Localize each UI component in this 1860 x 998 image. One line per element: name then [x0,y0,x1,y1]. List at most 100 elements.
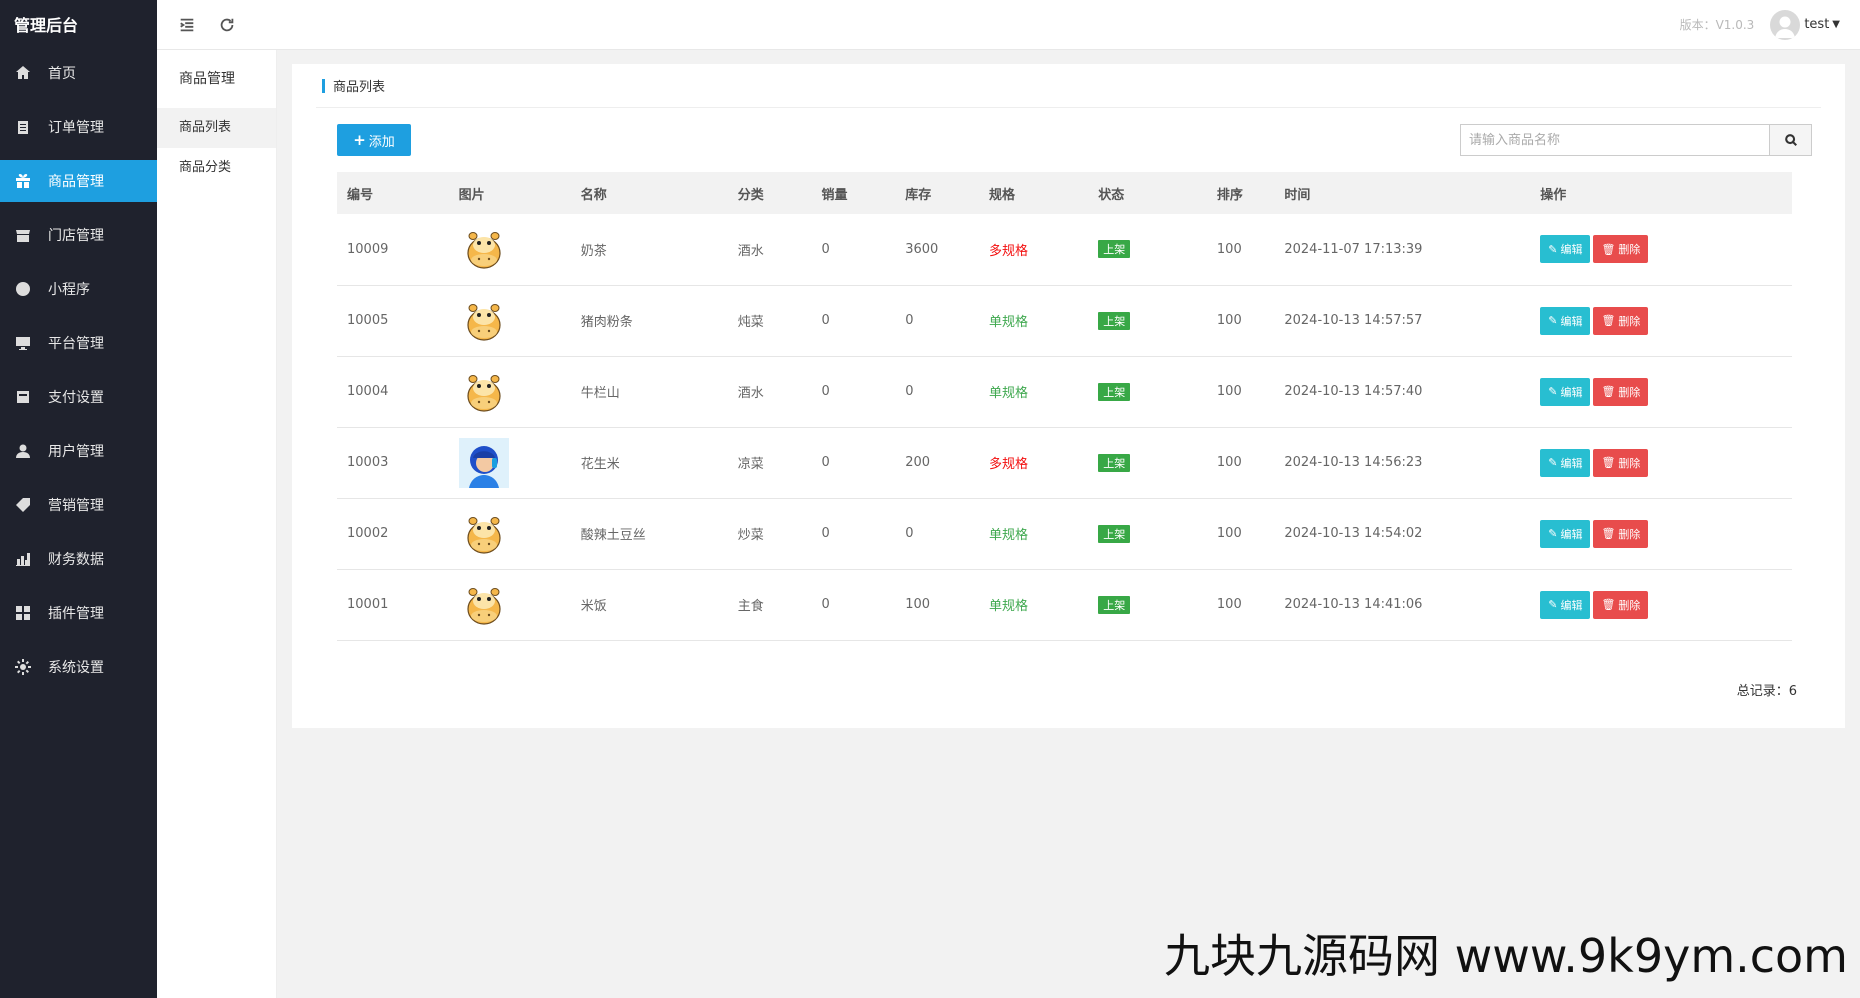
delete-button[interactable]: 🗑 删除 [1593,235,1649,264]
edit-button[interactable]: ✎ 编辑 [1540,306,1591,335]
cell-sales: 0 [811,285,896,357]
sidebar-item-3[interactable]: 商品管理 [0,160,157,202]
cell-status: 上架 [1088,569,1207,641]
sidebar-item-10[interactable]: 财务数据 [0,538,157,580]
search-button[interactable] [1769,124,1812,156]
sub-nav: 商品管理 商品列表 商品分类 [157,50,277,998]
cell-category: 主食 [727,569,812,641]
delete-label: 删除 [1618,527,1641,541]
cell-id: 10005 [337,285,449,357]
sidebar-item-1[interactable]: 首页 [0,52,157,94]
delete-label: 删除 [1618,456,1641,470]
cell-status: 上架 [1088,498,1207,570]
sidebar-item-label: 支付设置 [48,390,104,406]
total-records: 总记录：6 [1736,684,1797,699]
table-row: 10002 酸辣土豆丝 炒菜 0 0 单规格 上架 100 2024-10-13 14:54:0… [337,498,1792,570]
cell-image [448,427,571,499]
product-thumbnail [467,374,501,412]
spec-label[interactable]: 单规格 [989,315,1028,330]
card-header: 商品列表 [316,64,1821,108]
edit-button[interactable]: ✎ 编辑 [1540,590,1591,619]
delete-button[interactable]: 🗑 删除 [1593,590,1649,619]
cell-actions: ✎ 编辑 🗑 删除 [1530,569,1792,641]
table-row: 10001 米饭 主食 0 100 单规格 上架 100 2024-10-13 14:41:06… [337,569,1792,641]
menu-collapse-icon[interactable] [167,0,207,50]
edit-button[interactable]: ✎ 编辑 [1540,377,1591,406]
spec-label[interactable]: 多规格 [989,244,1028,259]
status-badge[interactable]: 上架 [1098,453,1131,472]
spec-label[interactable]: 单规格 [989,528,1028,543]
delete-label: 删除 [1618,598,1641,612]
sidebar-item-label: 用户管理 [48,444,104,460]
status-badge[interactable]: 上架 [1098,311,1131,330]
product-list-card: 商品列表 + 添加 编号 图片 名称 分类 销量 库存 规格 状态 排序 时间 操作 10009 奶茶… [292,64,1845,728]
cell-id: 10003 [337,427,449,499]
cell-spec: 单规格 [978,285,1089,357]
sidebar-item-label: 首页 [48,66,76,82]
trash-icon: 🗑 [1601,314,1616,327]
sidebar-item-8[interactable]: 用户管理 [0,430,157,472]
cell-sort: 100 [1206,569,1275,641]
cell-sort: 100 [1206,356,1275,428]
subnav-item-product-list[interactable]: 商品列表 [157,108,276,148]
cell-image [448,214,571,286]
sidebar-item-2[interactable]: 订单管理 [0,106,157,148]
status-badge[interactable]: 上架 [1098,240,1131,259]
pencil-icon: ✎ [1548,242,1558,256]
subnav-item-product-category[interactable]: 商品分类 [157,148,276,188]
avatar[interactable] [1770,9,1801,40]
cell-stock: 0 [895,285,979,357]
clipboard-icon [14,118,32,136]
edit-button[interactable]: ✎ 编辑 [1540,235,1591,264]
cell-name: 牛栏山 [570,356,728,428]
delete-button[interactable]: 🗑 删除 [1593,519,1649,548]
edit-button[interactable]: ✎ 编辑 [1540,519,1591,548]
trash-icon: 🗑 [1601,385,1616,398]
sidebar-item-6[interactable]: 平台管理 [0,322,157,364]
caret-down-icon[interactable]: ▼ [1832,19,1840,30]
spec-label[interactable]: 单规格 [989,599,1028,614]
sidebar-item-label: 营销管理 [48,498,104,514]
cell-image [448,285,571,357]
cell-status: 上架 [1088,285,1207,357]
sidebar-item-label: 平台管理 [48,336,104,352]
status-badge[interactable]: 上架 [1098,524,1131,543]
cell-stock: 0 [895,498,979,570]
gear-icon [14,658,32,676]
delete-button[interactable]: 🗑 删除 [1593,448,1649,477]
cell-time: 2024-10-13 14:54:02 [1274,498,1531,570]
sidebar-item-12[interactable]: 系统设置 [0,646,157,688]
edit-button[interactable]: ✎ 编辑 [1540,448,1591,477]
sidebar-item-label: 插件管理 [48,606,104,622]
refresh-icon[interactable] [207,0,247,50]
spec-label[interactable]: 多规格 [989,457,1028,472]
cell-sales: 0 [811,427,896,499]
user-name[interactable]: test [1804,17,1829,32]
delete-button[interactable]: 🗑 删除 [1593,377,1649,406]
cell-sales: 0 [811,214,896,286]
cell-id: 10002 [337,498,449,570]
sidebar-item-9[interactable]: 营销管理 [0,484,157,526]
pencil-icon: ✎ [1548,314,1558,327]
cell-name: 酸辣土豆丝 [570,498,728,570]
status-badge[interactable]: 上架 [1098,382,1131,401]
spec-label[interactable]: 单规格 [989,386,1028,401]
sidebar-item-5[interactable]: 小程序 [0,268,157,310]
add-button[interactable]: + 添加 [337,124,411,156]
sidebar-item-7[interactable]: 支付设置 [0,376,157,418]
plus-icon: + [353,131,366,149]
home-icon [14,64,32,82]
product-thumbnail [458,437,509,488]
sidebar: 管理后台 首页 订单管理 商品管理 门店管理 小程序 平台管理 支付设置 用户管理 营销管理 财务… [0,0,157,998]
cell-image [448,498,571,570]
edit-label: 编辑 [1560,456,1583,470]
sidebar-item-label: 门店管理 [48,228,104,244]
sidebar-nav: 首页订单管理商品管理门店管理小程序平台管理支付设置用户管理营销管理财务数据插件管… [0,52,157,688]
sidebar-item-4[interactable]: 门店管理 [0,214,157,256]
tags-icon [14,496,32,514]
delete-button[interactable]: 🗑 删除 [1593,306,1649,335]
search-input[interactable] [1460,124,1769,156]
edit-label: 编辑 [1560,314,1583,328]
status-badge[interactable]: 上架 [1098,595,1131,614]
sidebar-item-11[interactable]: 插件管理 [0,592,157,634]
